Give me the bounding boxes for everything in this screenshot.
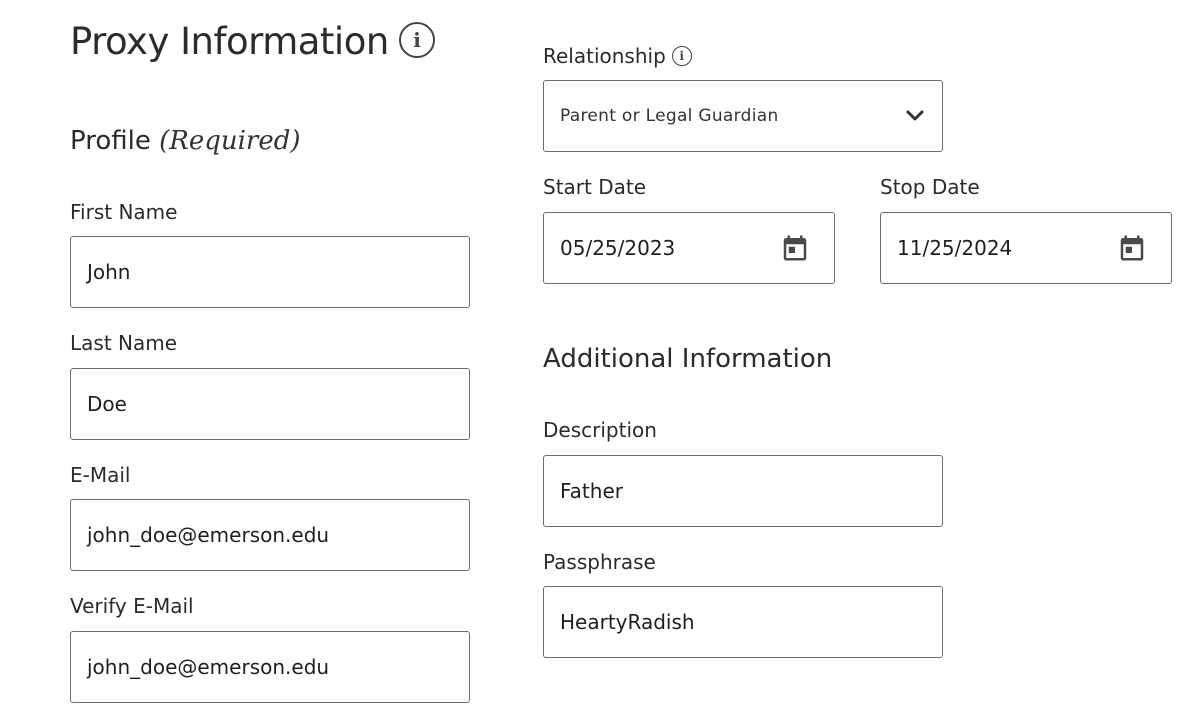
verify-email-label: Verify E-Mail	[70, 594, 194, 618]
email-value: john_doe@emerson.edu	[87, 523, 330, 547]
passphrase-value: HeartyRadish	[560, 610, 695, 634]
first-name-value: John	[87, 260, 131, 284]
calendar-icon[interactable]	[780, 233, 810, 263]
verify-email-value: john_doe@emerson.edu	[87, 655, 330, 679]
relationship-select[interactable]: Parent or Legal Guardian	[543, 80, 943, 152]
required-indicator: (Required)	[159, 126, 301, 156]
page-title-text: Proxy Information	[70, 20, 389, 63]
description-input[interactable]: Father	[543, 455, 943, 527]
page-title: Proxy Information i	[70, 20, 435, 63]
relationship-label-text: Relationship	[543, 44, 666, 68]
stop-date-value: 11/25/2024	[897, 236, 1013, 260]
verify-email-input[interactable]: john_doe@emerson.edu	[70, 631, 470, 703]
description-label: Description	[543, 418, 657, 442]
last-name-label: Last Name	[70, 331, 178, 355]
last-name-input[interactable]: Doe	[70, 368, 470, 440]
additional-info-title: Additional Information	[543, 344, 833, 374]
calendar-icon[interactable]	[1117, 233, 1147, 263]
relationship-selected-value: Parent or Legal Guardian	[560, 106, 779, 126]
start-date-input[interactable]: 05/25/2023	[543, 212, 835, 284]
start-date-value: 05/25/2023	[560, 236, 676, 260]
stop-date-label: Stop Date	[880, 175, 980, 199]
email-input[interactable]: john_doe@emerson.edu	[70, 499, 470, 571]
last-name-value: Doe	[87, 392, 127, 416]
email-label: E-Mail	[70, 463, 131, 487]
first-name-input[interactable]: John	[70, 236, 470, 308]
passphrase-label: Passphrase	[543, 550, 656, 574]
first-name-label: First Name	[70, 200, 178, 224]
passphrase-input[interactable]: HeartyRadish	[543, 586, 943, 658]
profile-section-title: Profile (Required)	[70, 126, 301, 156]
relationship-label: Relationship i	[543, 44, 692, 68]
relationship-info-icon[interactable]: i	[671, 46, 692, 66]
chevron-down-icon	[904, 105, 926, 127]
info-icon[interactable]: i	[398, 21, 435, 58]
profile-title-text: Profile	[70, 126, 151, 156]
stop-date-input[interactable]: 11/25/2024	[880, 212, 1172, 284]
start-date-label: Start Date	[543, 175, 647, 199]
description-value: Father	[560, 479, 623, 503]
